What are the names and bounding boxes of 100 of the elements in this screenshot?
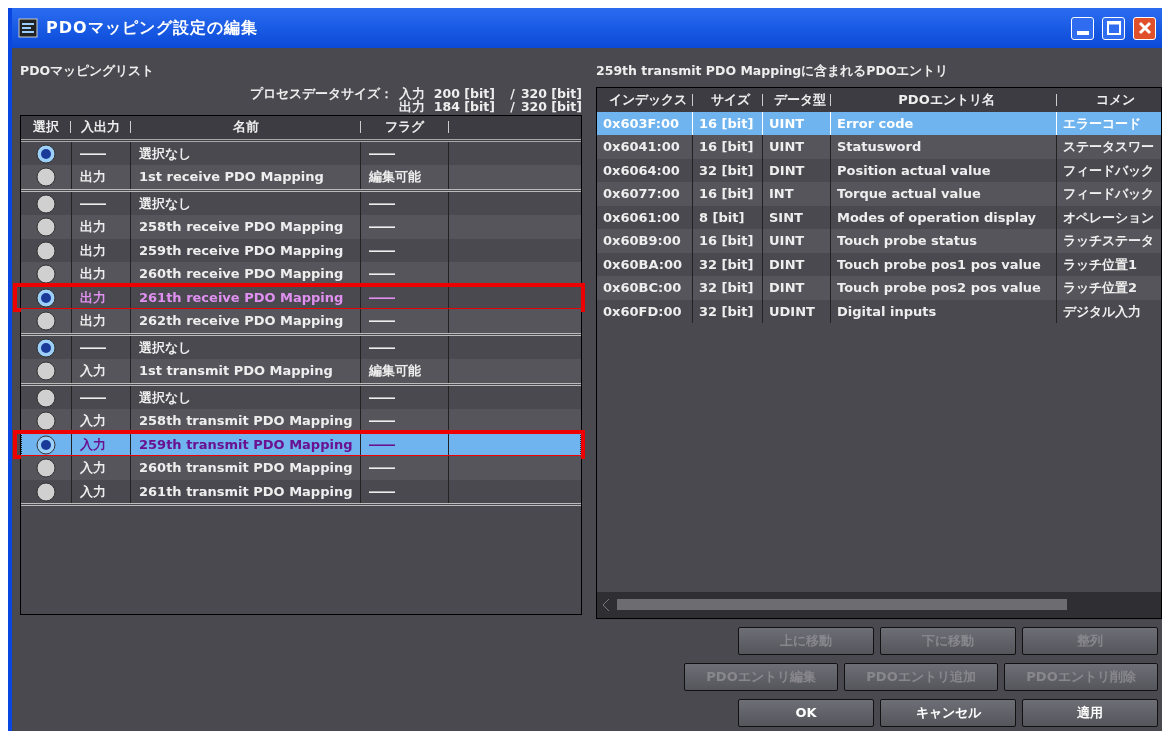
table-cell-text: DINT bbox=[769, 161, 805, 180]
window-title: PDOマッピング設定の編集 bbox=[46, 17, 259, 39]
io-cell-text: 入力 bbox=[80, 362, 106, 381]
table-cell-text: Touch probe pos2 pos value bbox=[837, 279, 1041, 298]
list-row[interactable]: 入力 1st transmit PDO Mapping 編集可能 bbox=[21, 359, 581, 383]
table-cell-text: 0x60B9:00 bbox=[603, 232, 681, 251]
io-cell-text: 出力 bbox=[80, 168, 106, 187]
radio-button[interactable] bbox=[36, 411, 56, 431]
list-row[interactable]: 出力 1st receive PDO Mapping 編集可能 bbox=[21, 165, 581, 189]
table-cell-text: Error code bbox=[837, 114, 914, 133]
mapping-name: 261th transmit PDO Mapping bbox=[139, 482, 353, 501]
list-row[interactable]: 入力 260th transmit PDO Mapping ―― bbox=[21, 456, 581, 480]
io-cell-text: 入力 bbox=[80, 412, 106, 431]
list-row[interactable]: 入力 258th transmit PDO Mapping ―― bbox=[21, 409, 581, 433]
column-header: コメン bbox=[1095, 91, 1135, 109]
column-header: 選択 bbox=[21, 121, 71, 134]
close-button[interactable] bbox=[1133, 16, 1156, 40]
radio-button[interactable] bbox=[36, 167, 56, 187]
column-header: インデックス bbox=[608, 91, 687, 109]
table-cell-text: DINT bbox=[769, 255, 805, 274]
radio-button[interactable] bbox=[36, 143, 56, 164]
list-row[interactable]: 入力 261th transmit PDO Mapping ―― bbox=[21, 479, 581, 504]
table-cell-text: 0x60BC:00 bbox=[603, 279, 682, 298]
column-header: PDOエントリ名 bbox=[898, 91, 995, 109]
dialog-button[interactable]: 適用 bbox=[1022, 698, 1158, 727]
table-cell-text: Torque actual value bbox=[837, 185, 981, 204]
io-cell-text: ―― bbox=[80, 144, 106, 163]
flag-cell-text: ―― bbox=[369, 288, 395, 307]
table-cell-text: 16 [bit] bbox=[699, 114, 754, 133]
io-cell-text: 出力 bbox=[80, 218, 106, 237]
radio-button[interactable] bbox=[36, 458, 56, 478]
radio-button[interactable] bbox=[36, 287, 56, 308]
list-row[interactable]: 出力 260th receive PDO Mapping ―― bbox=[21, 262, 581, 286]
table-cell-text: 32 [bit] bbox=[699, 302, 754, 321]
table-row[interactable]: 0x6041:00 16 [bit] UINT Statusword ステータスワー bbox=[597, 135, 1161, 159]
radio-button[interactable] bbox=[36, 434, 56, 455]
table-cell-text: エラーコード bbox=[1063, 114, 1141, 133]
column-header: 入出力 bbox=[71, 121, 131, 134]
flag-cell-text: 編集可能 bbox=[369, 168, 421, 187]
table-cell-text: オペレーション bbox=[1063, 208, 1154, 227]
flag-cell-text: ―― bbox=[369, 218, 395, 237]
minimize-button[interactable] bbox=[1071, 16, 1094, 40]
list-row[interactable]: 出力 258th receive PDO Mapping ―― bbox=[21, 215, 581, 239]
maximize-button[interactable] bbox=[1102, 16, 1125, 40]
table-cell-text: UINT bbox=[769, 232, 805, 251]
table-cell-text: ラッチ位置1 bbox=[1063, 255, 1138, 274]
radio-button[interactable] bbox=[36, 217, 56, 237]
size-separator: / bbox=[509, 99, 515, 113]
table-cell-text: Modes of operation display bbox=[837, 208, 1037, 227]
size-separator: / bbox=[509, 86, 515, 100]
flag-cell-text: ―― bbox=[369, 435, 395, 454]
mapping-name: 258th transmit PDO Mapping bbox=[139, 412, 353, 431]
flag-cell-text: ―― bbox=[369, 241, 395, 260]
mapping-name: 259th transmit PDO Mapping bbox=[139, 435, 353, 454]
radio-button[interactable] bbox=[36, 387, 56, 408]
flag-cell-text: ―― bbox=[369, 388, 395, 407]
table-row[interactable]: 0x60FD:00 32 [bit] UDINT Digital inputs デジタル入力 bbox=[597, 299, 1161, 324]
column-header: 名前 bbox=[131, 121, 361, 134]
mapping-name: 260th transmit PDO Mapping bbox=[139, 459, 353, 478]
io-cell-text: 出力 bbox=[80, 241, 106, 260]
table-cell-text: 0x60FD:00 bbox=[603, 302, 682, 321]
scroll-left-icon[interactable] bbox=[601, 597, 611, 612]
table-cell-text: 8 [bit] bbox=[699, 208, 745, 227]
panel-title: PDOマッピングリスト bbox=[20, 62, 156, 80]
column-header: サイズ bbox=[711, 91, 750, 109]
table-cell-text: 0x6041:00 bbox=[603, 138, 680, 157]
table-cell-text: 0x6061:00 bbox=[603, 208, 680, 227]
table-cell-text: 0x6077:00 bbox=[603, 185, 680, 204]
scrollbar[interactable] bbox=[597, 591, 1161, 618]
dialog-button[interactable]: キャンセル bbox=[880, 698, 1016, 727]
table-cell-text: UINT bbox=[769, 114, 805, 133]
table-row[interactable]: 0x60B9:00 16 [bit] UINT Touch probe status ラッチステータ bbox=[597, 229, 1161, 253]
list-row[interactable]: 出力 262th receive PDO Mapping ―― bbox=[21, 309, 581, 333]
mapping-name: 1st transmit PDO Mapping bbox=[139, 362, 333, 381]
table-cell-text: 0x6064:00 bbox=[603, 161, 680, 180]
radio-button[interactable] bbox=[36, 311, 56, 331]
dialog-button[interactable]: OK bbox=[738, 698, 874, 727]
table-cell-text: 0x60BA:00 bbox=[603, 255, 683, 274]
io-cell-text: 入力 bbox=[80, 435, 106, 454]
io-cell-text: ―― bbox=[80, 388, 106, 407]
size-used: 200 [bit] bbox=[432, 86, 495, 100]
table-cell-text: ラッチステータ bbox=[1063, 232, 1154, 251]
table-cell-text: 32 [bit] bbox=[699, 279, 754, 298]
radio-button[interactable] bbox=[36, 337, 56, 358]
table-row[interactable]: 0x60BC:00 32 [bit] DINT Touch probe pos2 pos value ラッチ位置2 bbox=[597, 276, 1161, 300]
mapping-name: 選択なし bbox=[139, 338, 191, 357]
radio-button[interactable] bbox=[36, 481, 56, 502]
io-cell-text: 入力 bbox=[80, 459, 106, 478]
table-cell-text: Position actual value bbox=[837, 161, 991, 180]
radio-button[interactable] bbox=[36, 264, 56, 284]
radio-button[interactable] bbox=[36, 240, 56, 261]
mapping-name: 262th receive PDO Mapping bbox=[139, 312, 344, 331]
scrollbar-thumb[interactable] bbox=[617, 599, 1067, 611]
table-cell-text: 32 [bit] bbox=[699, 161, 754, 180]
table-row[interactable]: 0x6077:00 16 [bit] INT Torque actual value フィードバック bbox=[597, 182, 1161, 206]
mapping-name: 258th receive PDO Mapping bbox=[139, 218, 344, 237]
table-cell-text: ステータスワー bbox=[1063, 138, 1154, 157]
radio-button[interactable] bbox=[36, 193, 56, 214]
radio-button[interactable] bbox=[36, 361, 56, 381]
table-cell-text: 16 [bit] bbox=[699, 232, 754, 251]
